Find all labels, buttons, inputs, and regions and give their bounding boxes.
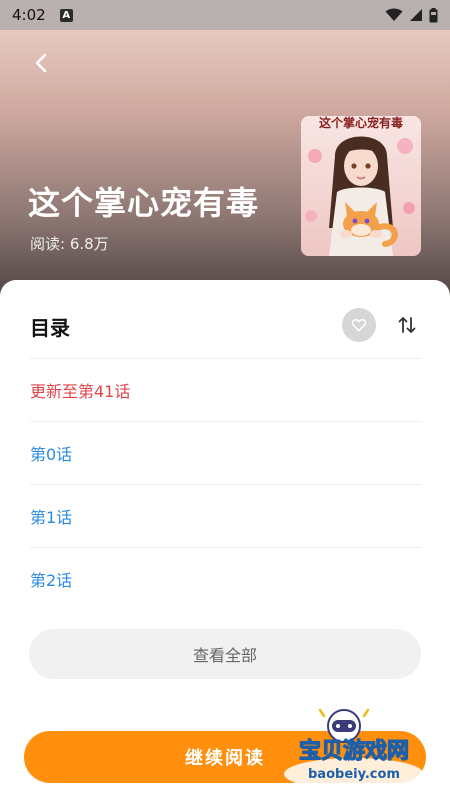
toc-header: 目录 [30, 306, 422, 346]
chapter-item-1[interactable]: 第1话 [30, 484, 422, 547]
toc-title: 目录 [30, 315, 70, 340]
heart-icon [351, 319, 367, 332]
status-time: 4:02 [12, 6, 46, 24]
back-button[interactable] [24, 46, 58, 80]
sort-button[interactable] [394, 310, 420, 340]
back-arrow-icon [35, 53, 47, 73]
accessibility-indicator-icon: A [59, 8, 73, 22]
battery-icon [429, 7, 438, 22]
read-count: 阅读: 6.8万 [30, 235, 109, 253]
chapter-item-2[interactable]: 第2话 [30, 547, 422, 610]
favorite-button[interactable] [342, 308, 376, 342]
chapter-list: 更新至第41话 第0话 第1话 第2话 [30, 358, 422, 610]
chapter-item-latest-update[interactable]: 更新至第41话 [30, 358, 422, 421]
continue-reading-button[interactable]: 继续阅读 [24, 731, 426, 783]
status-icons [385, 7, 438, 23]
view-all-button[interactable]: 查看全部 [29, 629, 421, 679]
book-header: 这个掌心宠有毒 阅读: 6.8万 这个掌心宠有毒 [0, 30, 450, 300]
status-bar: 4:02 A [0, 0, 450, 30]
chapter-item-0[interactable]: 第0话 [30, 421, 422, 484]
book-cover: 这个掌心宠有毒 [301, 116, 421, 256]
wifi-icon [385, 8, 403, 21]
book-title: 这个掌心宠有毒 [28, 184, 260, 222]
chapter-sheet: 目录 更新至第41话 第0话 第1话 第2话 查看全部 继续阅读 [0, 280, 450, 800]
signal-icon [410, 9, 422, 21]
sort-arrows-icon [398, 317, 416, 333]
cover-illustration: 这个掌心宠有毒 [301, 116, 421, 256]
cover-title: 这个掌心宠有毒 [319, 116, 403, 130]
